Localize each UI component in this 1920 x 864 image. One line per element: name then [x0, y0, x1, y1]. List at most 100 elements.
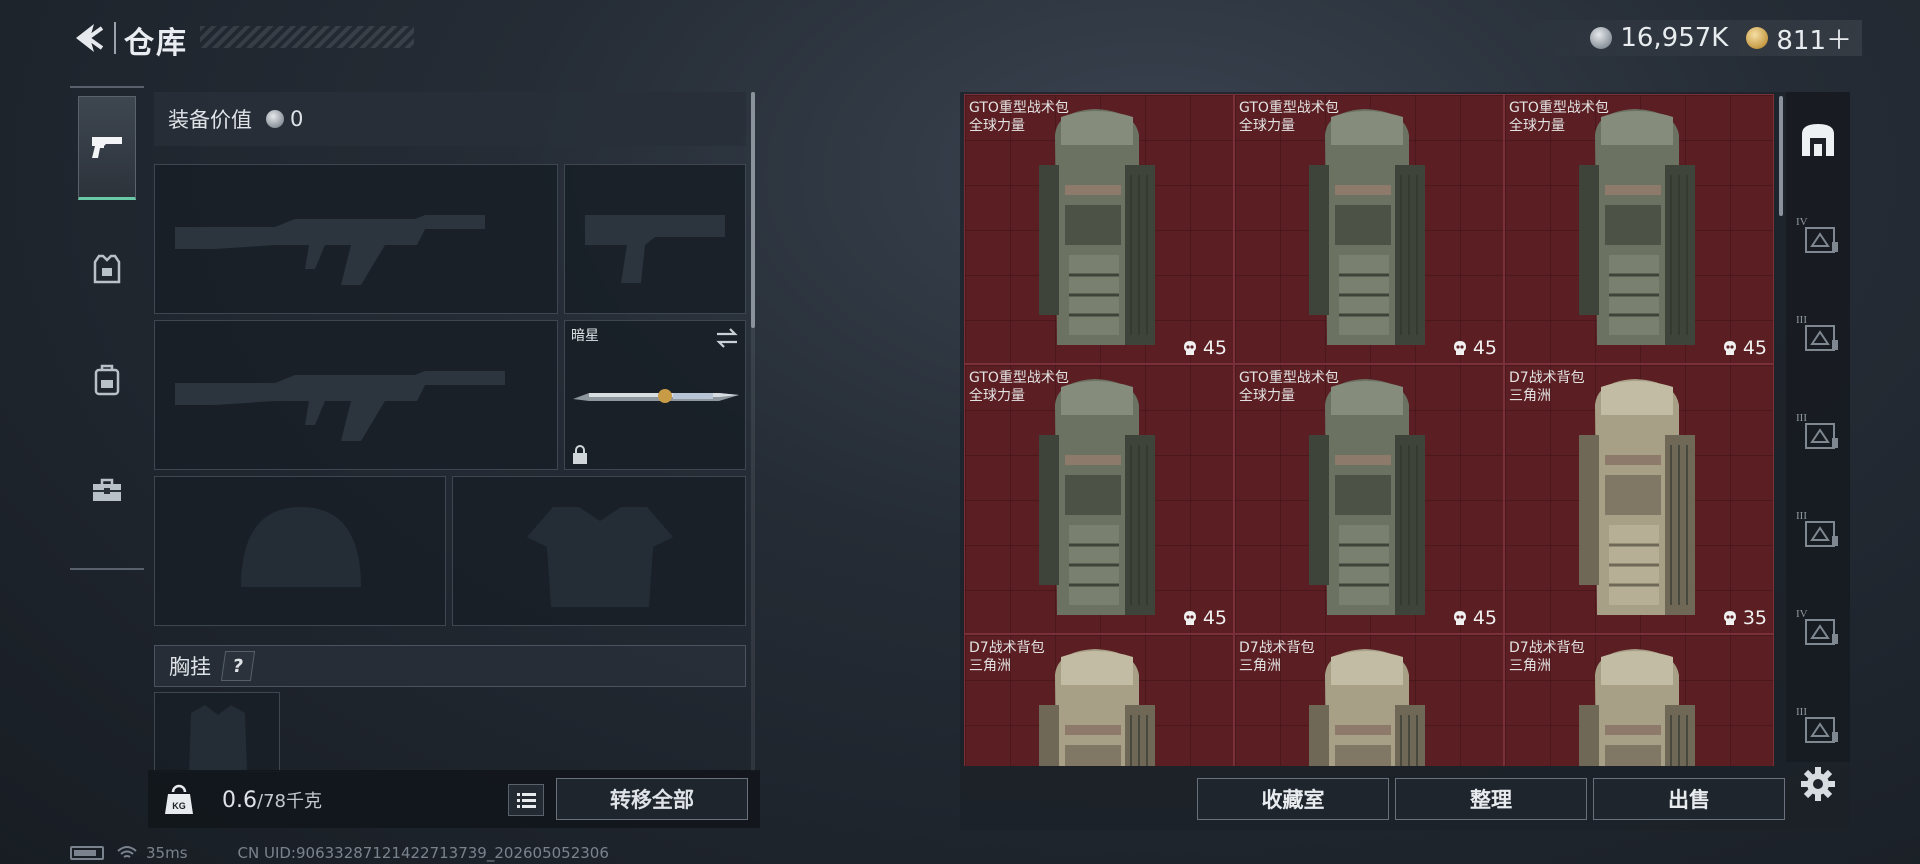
durability-icon [1453, 341, 1466, 355]
storage-item-name: D7战术背包 三角洲 [1239, 639, 1315, 675]
page-title: 仓库 [124, 26, 188, 61]
pistol-icon [92, 137, 122, 158]
list-view-button[interactable] [508, 784, 544, 816]
list-icon [517, 793, 536, 808]
body-armor-slot[interactable] [452, 476, 746, 626]
storage-item-faction: 三角洲 [1509, 388, 1551, 404]
collection-room-button[interactable]: 收藏室 [1197, 778, 1389, 820]
weight-icon-text: KG [172, 801, 186, 811]
storage-item-title: GTO重型战术包 [1509, 100, 1609, 116]
storage-item-durability: 45 [1182, 337, 1227, 359]
filter-tier-label: IV [1796, 608, 1808, 620]
rifle-silhouette-icon [175, 215, 485, 285]
ping-text: 35ms [146, 844, 188, 862]
armor-vest-icon [93, 254, 121, 284]
silver-coin-icon [266, 110, 284, 128]
storage-item-durability: 45 [1452, 337, 1497, 359]
storage-item-faction: 全球力量 [1239, 118, 1295, 134]
storage-item-count: 35 [1742, 607, 1767, 629]
storage-item-title: GTO重型战术包 [1239, 100, 1339, 116]
primary-weapon-slot[interactable] [154, 164, 558, 314]
storage-item[interactable]: D7战术背包 三角洲 35 [1504, 364, 1774, 634]
backpack-item-icon [1579, 109, 1695, 345]
storage-item-title: D7战术背包 [1509, 370, 1585, 386]
melee-slot[interactable]: 暗星 [564, 320, 746, 470]
storage-item-name: GTO重型战术包 全球力量 [969, 369, 1069, 405]
settings-button[interactable] [1796, 762, 1840, 806]
carry-weight-current: 0.6 [222, 788, 257, 813]
tab-backpack[interactable] [78, 328, 136, 432]
silver-coin-icon [1590, 27, 1613, 49]
storage-item-durability: 35 [1722, 607, 1767, 629]
storage-item-faction: 全球力量 [969, 118, 1025, 134]
gold-currency-amount[interactable]: 811＋ [1776, 20, 1852, 57]
durability-icon [1453, 611, 1466, 625]
gear-icon [1801, 767, 1835, 801]
currency-bar: 16,957K 811＋ [1522, 20, 1862, 56]
filter-tier-label: III [1796, 412, 1807, 424]
swap-icon[interactable] [713, 327, 741, 349]
filter-tier-case[interactable]: III [1794, 312, 1842, 360]
filter-tier-case[interactable]: III [1794, 508, 1842, 556]
tab-weapons[interactable] [78, 96, 136, 200]
help-button[interactable]: ? [220, 651, 256, 681]
equipment-scrollbar[interactable] [751, 92, 755, 328]
storage-item[interactable]: D7战术背包 三角洲 [1234, 634, 1504, 766]
storage-item-name: GTO重型战术包 全球力量 [1239, 369, 1339, 405]
helmet-slot[interactable] [154, 476, 446, 626]
filter-tier-case[interactable]: IV [1794, 214, 1842, 262]
filter-tier-case[interactable]: III [1794, 410, 1842, 458]
filter-all[interactable] [1794, 116, 1842, 164]
backpack-icon [94, 364, 120, 396]
carry-weight-max: /78千克 [257, 791, 322, 812]
rifle-silhouette-icon [175, 371, 505, 441]
tab-supplies[interactable] [78, 438, 136, 542]
durability-icon [1723, 341, 1736, 355]
secondary-weapon-slot[interactable] [154, 320, 558, 470]
backpack-item-icon [1579, 649, 1695, 766]
toolbox-icon [93, 478, 121, 501]
filter-tier-case[interactable]: IV [1794, 606, 1842, 654]
storage-item[interactable]: GTO重型战术包 全球力量 45 [964, 94, 1234, 364]
filter-tier-label: IV [1796, 216, 1808, 228]
tab-armor[interactable] [78, 218, 136, 322]
storage-item-durability: 45 [1452, 607, 1497, 629]
chest-rig-silhouette-icon [189, 705, 247, 773]
durability-icon [1723, 611, 1736, 625]
filter-tier-case[interactable]: III [1794, 704, 1842, 752]
organize-button[interactable]: 整理 [1395, 778, 1587, 820]
backpack-item-icon [1309, 379, 1425, 615]
all-items-icon [1802, 124, 1834, 156]
storage-item-faction: 全球力量 [969, 388, 1025, 404]
wifi-icon [117, 846, 137, 858]
storage-item-durability: 45 [1722, 337, 1767, 359]
storage-item-title: GTO重型战术包 [969, 100, 1069, 116]
sidearm-slot[interactable] [564, 164, 746, 314]
backpack-item-icon [1039, 379, 1155, 615]
storage-filter-rail: IV III III III IV III [1786, 92, 1850, 762]
armor-silhouette-icon [527, 507, 673, 607]
back-button[interactable] [70, 20, 106, 56]
storage-item[interactable]: GTO重型战术包 全球力量 45 [964, 364, 1234, 634]
storage-item[interactable]: D7战术背包 三角洲 [964, 634, 1234, 766]
transfer-all-button[interactable]: 转移全部 [556, 778, 748, 820]
backpack-item-icon [1039, 649, 1155, 766]
storage-item[interactable]: GTO重型战术包 全球力量 45 [1234, 364, 1504, 634]
storage-item-title: D7战术背包 [1239, 640, 1315, 656]
status-line: 35ms CN UID:9063328712142271373​9_202605… [70, 844, 609, 862]
storage-item[interactable]: GTO重型战术包 全球力量 45 [1504, 94, 1774, 364]
storage-item-title: D7战术背包 [969, 640, 1045, 656]
melee-name: 暗星 [571, 328, 599, 344]
storage-item[interactable]: GTO重型战术包 全球力量 45 [1234, 94, 1504, 364]
sell-button[interactable]: 出售 [1593, 778, 1785, 820]
storage-item-count: 45 [1742, 337, 1767, 359]
equipment-panel: 装备价值 0 暗星 胸挂 ? [154, 92, 746, 822]
storage-item-name: D7战术背包 三角洲 [1509, 639, 1585, 675]
chest-rig-slot[interactable] [154, 692, 280, 773]
storage-item-count: 45 [1472, 337, 1497, 359]
storage-scrollbar[interactable] [1779, 96, 1783, 216]
backpack-item-icon [1579, 379, 1695, 615]
storage-item[interactable]: D7战术背包 三角洲 [1504, 634, 1774, 766]
gold-coin-icon [1746, 27, 1769, 49]
backpack-item-icon [1309, 109, 1425, 345]
